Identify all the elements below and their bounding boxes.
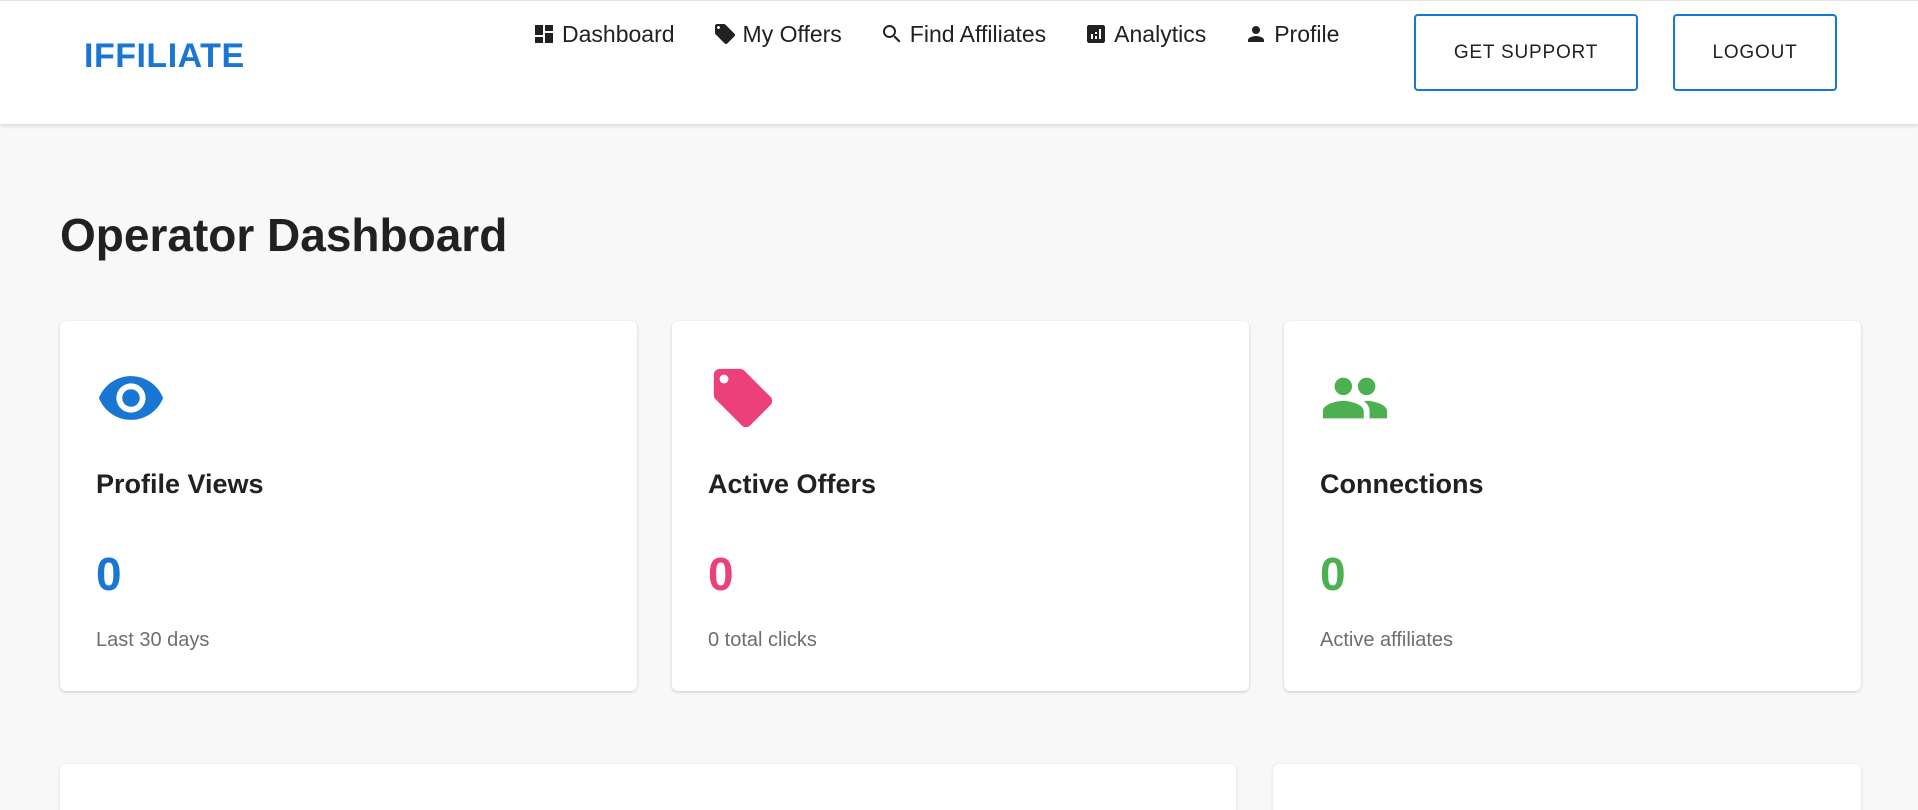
tag-icon: [714, 24, 735, 44]
search-icon: [882, 25, 901, 43]
stat-value: 0: [1320, 548, 1346, 600]
lower-panel-main: [60, 764, 1236, 810]
eye-icon: [96, 363, 166, 433]
stat-card-connections: Connections 0 Active affiliates: [1284, 321, 1861, 691]
logout-button[interactable]: LOGOUT: [1673, 14, 1837, 91]
nav-item-my-offers[interactable]: My Offers: [713, 21, 842, 48]
stat-subtext: Active affiliates: [1320, 629, 1454, 651]
stat-value: 0: [96, 548, 122, 600]
nav-item-dashboard[interactable]: Dashboard: [532, 21, 675, 48]
get-support-button[interactable]: GET SUPPORT: [1414, 14, 1638, 91]
tag-icon: [708, 363, 778, 433]
people-icon: [1320, 363, 1390, 433]
nav-item-label: Dashboard: [562, 20, 675, 47]
nav-item-label: Find Affiliates: [909, 20, 1047, 47]
nav-item-label: Profile: [1274, 20, 1340, 47]
stat-card-active-offers: Active Offers 0 0 total clicks: [672, 321, 1249, 691]
lower-panel-side: [1273, 764, 1861, 810]
nav-item-analytics[interactable]: Analytics: [1084, 21, 1206, 48]
nav-item-find-affiliates[interactable]: Find Affiliates: [880, 21, 1046, 48]
main-nav: Dashboard My Offers Find Affiliates Anal…: [532, 19, 1377, 49]
person-icon: [1248, 26, 1265, 42]
nav-item-label: My Offers: [742, 20, 842, 47]
analytics-icon: [1087, 25, 1106, 43]
stat-title: Connections: [1320, 469, 1484, 499]
stat-value: 0: [708, 548, 734, 600]
page-title: Operator Dashboard: [60, 209, 508, 261]
dashboard-icon: [535, 25, 553, 43]
stat-subtext: 0 total clicks: [708, 629, 817, 651]
stat-title: Active Offers: [708, 469, 877, 499]
brand-logo[interactable]: IFFILIATE: [84, 37, 245, 76]
stat-title: Profile Views: [96, 469, 264, 499]
stat-card-profile-views: Profile Views 0 Last 30 days: [60, 321, 637, 691]
nav-item-profile[interactable]: Profile: [1244, 21, 1339, 48]
top-app-bar: IFFILIATE Dashboard My Offers Find Affil…: [0, 0, 1918, 124]
nav-item-label: Analytics: [1114, 20, 1207, 47]
stat-subtext: Last 30 days: [96, 629, 210, 651]
